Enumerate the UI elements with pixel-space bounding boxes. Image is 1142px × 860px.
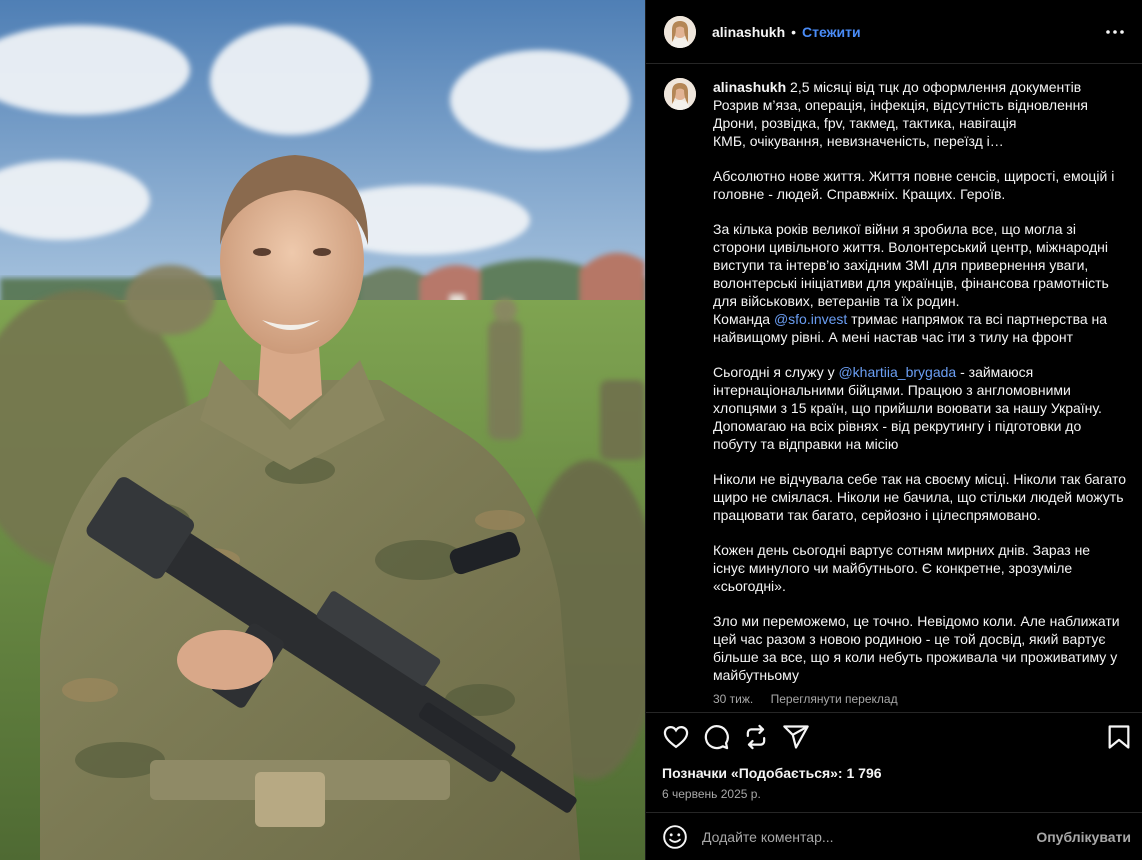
caption-line: цей час разом з новою родиною - це той д… xyxy=(713,631,1106,647)
see-translation-button[interactable]: Переглянути переклад xyxy=(771,692,898,706)
caption-line: найвищому рівні. А мені настав час іти з… xyxy=(713,329,1074,345)
caption-paragraph: Кожен день сьогодні вартує сотням мирних… xyxy=(713,541,1118,595)
heart-icon[interactable] xyxy=(662,723,690,751)
caption-line: Сьогодні я служу у @khartiia_brygada - з… xyxy=(713,363,1118,381)
caption-line-text: 2,5 місяці від тцк до оформлення докумен… xyxy=(786,79,1082,95)
caption-line: волонтерські ініціативи для українців, ф… xyxy=(713,275,1109,291)
emoji-icon[interactable] xyxy=(662,824,688,850)
caption-line: сторони цивільного життя. Волонтерський … xyxy=(713,239,1108,255)
post-photo-illustration xyxy=(0,0,645,860)
caption-text: alinashukh 2,5 місяці від тцк до оформле… xyxy=(713,78,1127,708)
caption-paragraph: Зло ми переможемо, це точно. Невідомо ко… xyxy=(713,612,1120,684)
post-actions-area: Позначки «Подобається»: 1 796 6 червень … xyxy=(646,712,1142,812)
caption-line: alinashukh 2,5 місяці від тцк до оформле… xyxy=(713,78,1118,96)
caption-paragraph: Абсолютно нове життя. Життя повне сенсів… xyxy=(713,167,1118,203)
caption-line-text: - займаюся xyxy=(956,364,1034,380)
repost-icon[interactable] xyxy=(742,723,770,751)
caption-line: працювати так багато, серйозно і цілеспр… xyxy=(713,507,1041,523)
publish-button[interactable]: Опублікувати xyxy=(1036,829,1131,845)
caption-paragraph: Сьогодні я служу у @khartiia_brygada - з… xyxy=(713,363,1118,453)
caption-line: За кілька років великої війни я зробила … xyxy=(713,221,1076,237)
caption-line: майбутньому xyxy=(713,667,799,683)
avatar-image xyxy=(664,15,696,48)
caption-username[interactable]: alinashukh xyxy=(713,79,786,95)
caption-scroll-area[interactable]: alinashukh 2,5 місяці від тцк до оформле… xyxy=(646,64,1142,709)
post-side-panel: alinashukh • Стежити alinashukh 2,5 міся… xyxy=(645,0,1142,860)
avatar-image xyxy=(664,78,696,110)
more-horizontal-icon[interactable] xyxy=(1103,20,1127,44)
caption-paragraph: Ніколи не відчувала себе так на своєму м… xyxy=(713,470,1127,524)
post-header: alinashukh • Стежити xyxy=(646,0,1142,64)
caption-meta: 30 тиж. Переглянути переклад xyxy=(713,690,1118,708)
caption-line: інтернаціональними бійцями. Працюю з анг… xyxy=(713,382,1071,398)
send-icon[interactable] xyxy=(782,723,810,751)
post-photo[interactable] xyxy=(0,0,645,860)
caption-line: виступи та інтерв’ю західним ЗМІ для при… xyxy=(713,257,1089,273)
caption-line: для військових, ветеранів та їх родин. xyxy=(713,293,960,309)
caption-line: Команда @sfo.invest тримає напрямок та в… xyxy=(713,310,1118,328)
separator-dot: • xyxy=(791,23,797,40)
caption-line: побуту та відправки на місію xyxy=(713,436,899,452)
caption-line-text: Сьогодні я служу у xyxy=(713,364,839,380)
caption-line: Допомагаю на всіх рівнях - від рекрутинг… xyxy=(713,418,1082,434)
author-username[interactable]: alinashukh xyxy=(712,24,785,40)
caption-line: головне - людей. Справжніх. Кращих. Геро… xyxy=(713,186,1006,202)
caption-line: КМБ, очікування, невизначеність, переїзд… xyxy=(713,133,1004,149)
caption-author-avatar[interactable] xyxy=(664,78,696,110)
post-time-ago[interactable]: 30 тиж. xyxy=(713,692,753,706)
follow-button[interactable]: Стежити xyxy=(802,24,861,40)
caption-line: Розрив м’яза, операція, інфекція, відсут… xyxy=(713,97,1088,113)
caption-line: хлопцями з 15 країн, що прийшли воювати … xyxy=(713,400,1102,416)
mention-link-khartiia-brygada[interactable]: @khartiia_brygada xyxy=(838,364,956,380)
caption-line-text: тримає напрямок та всі партнерства на xyxy=(847,311,1108,327)
caption-line: щиро не сміялася. Ніколи не бачила, що с… xyxy=(713,489,1124,505)
comment-input[interactable] xyxy=(702,828,1022,845)
caption-row: alinashukh 2,5 місяці від тцк до оформле… xyxy=(664,78,1127,708)
caption-line-text: Команда xyxy=(713,311,774,327)
likes-count[interactable]: Позначки «Подобається»: 1 796 xyxy=(662,765,882,781)
author-avatar[interactable] xyxy=(664,15,696,48)
comment-icon[interactable] xyxy=(702,723,730,751)
post-date: 6 червень 2025 р. xyxy=(662,787,761,801)
mention-link-sfo-invest[interactable]: @sfo.invest xyxy=(774,311,847,327)
caption-line: Кожен день сьогодні вартує сотням мирних… xyxy=(713,542,1091,558)
bookmark-icon[interactable] xyxy=(1105,723,1133,751)
comment-bar: Опублікувати xyxy=(646,812,1142,860)
caption-line: «сьогодні». xyxy=(713,578,786,594)
caption-line: Абсолютно нове життя. Життя повне сенсів… xyxy=(713,168,1115,184)
caption-line: Ніколи не відчувала себе так на своєму м… xyxy=(713,471,1127,487)
caption-line: Зло ми переможемо, це точно. Невідомо ко… xyxy=(713,613,1120,629)
caption-paragraph: За кілька років великої війни я зробила … xyxy=(713,220,1118,346)
caption-line: більше за все, що я коли небуть проживал… xyxy=(713,649,1118,665)
caption-line: існує минулого чи майбутнього. Є конкрет… xyxy=(713,560,1073,576)
action-bar xyxy=(662,723,1130,751)
caption-paragraph: alinashukh 2,5 місяці від тцк до оформле… xyxy=(713,78,1118,150)
caption-line: Дрони, розвідка, fpv, такмед, тактика, н… xyxy=(713,115,1017,131)
